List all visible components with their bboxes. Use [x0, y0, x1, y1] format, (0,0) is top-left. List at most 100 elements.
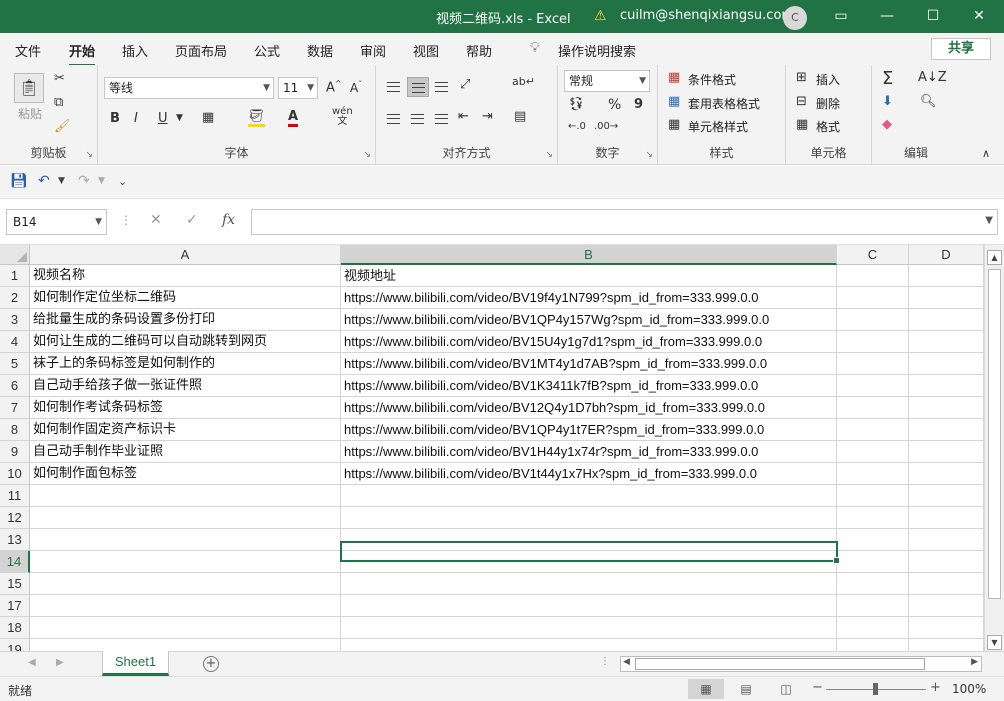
- cell-empty[interactable]: [909, 463, 984, 485]
- cell-empty[interactable]: [909, 485, 984, 507]
- column-header-c[interactable]: C: [837, 245, 909, 265]
- italic-button[interactable]: I: [134, 111, 138, 126]
- orientation-icon[interactable]: ⤢: [460, 77, 470, 92]
- cell-a[interactable]: 袜子上的条码标签是如何制作的: [30, 353, 341, 375]
- cell-b[interactable]: 视频地址: [341, 265, 837, 287]
- align-bottom-button[interactable]: [431, 77, 453, 97]
- cell-a[interactable]: 自己动手制作毕业证照: [30, 441, 341, 463]
- row-header[interactable]: 12: [0, 507, 30, 529]
- increase-indent-icon[interactable]: ⇥: [482, 109, 493, 124]
- tab-formulas[interactable]: 公式: [254, 41, 280, 60]
- cell-empty[interactable]: [909, 573, 984, 595]
- lightbulb-icon[interactable]: 💡︎: [530, 40, 540, 56]
- tab-review[interactable]: 审阅: [360, 41, 386, 60]
- formula-input[interactable]: ▼: [251, 209, 998, 235]
- enter-icon[interactable]: ✓: [186, 212, 198, 228]
- cell-styles-icon[interactable]: ▦: [668, 117, 680, 132]
- cell-empty[interactable]: [837, 287, 909, 309]
- tab-data[interactable]: 数据: [307, 41, 333, 60]
- cell-empty[interactable]: [909, 507, 984, 529]
- row-header[interactable]: 18: [0, 617, 30, 639]
- row-header[interactable]: 13: [0, 529, 30, 551]
- scroll-down-icon[interactable]: ▼: [987, 635, 1002, 650]
- cell-a[interactable]: [30, 573, 341, 595]
- cell-empty[interactable]: [837, 441, 909, 463]
- table-format-icon[interactable]: ▦: [668, 94, 680, 109]
- increase-font-icon[interactable]: A^: [326, 79, 342, 95]
- insert-cells-icon[interactable]: ⊞: [796, 70, 807, 85]
- column-header-d[interactable]: D: [909, 245, 984, 265]
- page-layout-view-icon[interactable]: ▤: [728, 679, 764, 699]
- cell-empty[interactable]: [837, 507, 909, 529]
- sheet-tab-sheet1[interactable]: Sheet1: [102, 651, 169, 676]
- cancel-icon[interactable]: ✕: [150, 212, 162, 228]
- cell-b[interactable]: [341, 595, 837, 617]
- customize-qat-icon[interactable]: ⌄: [118, 175, 127, 188]
- cell-empty[interactable]: [909, 397, 984, 419]
- cell-b[interactable]: https://www.bilibili.com/video/BV1QP4y15…: [341, 309, 837, 331]
- align-right-button[interactable]: [431, 109, 453, 129]
- zoom-slider-thumb[interactable]: [873, 683, 878, 695]
- tell-me-search[interactable]: 操作说明搜索: [558, 41, 636, 60]
- zoom-in-icon[interactable]: +: [930, 680, 941, 695]
- redo-icon[interactable]: ↷: [78, 173, 90, 189]
- decrease-font-icon[interactable]: Aˇ: [350, 80, 362, 95]
- cell-b[interactable]: [341, 551, 837, 573]
- cell-a[interactable]: [30, 639, 341, 651]
- cell-empty[interactable]: [837, 529, 909, 551]
- delete-button[interactable]: 删除: [816, 95, 840, 112]
- cell-empty[interactable]: [837, 353, 909, 375]
- vertical-scroll-thumb[interactable]: [988, 269, 1001, 599]
- tab-file[interactable]: 文件: [15, 41, 41, 60]
- column-header-b[interactable]: B: [341, 245, 837, 265]
- row-header[interactable]: 14: [0, 551, 30, 573]
- align-center-button[interactable]: [407, 109, 429, 129]
- cell-empty[interactable]: [837, 485, 909, 507]
- name-box[interactable]: B14 ▼: [6, 209, 107, 235]
- cell-b[interactable]: [341, 573, 837, 595]
- tab-insert[interactable]: 插入: [122, 41, 148, 60]
- warning-icon[interactable]: ⚠: [594, 8, 607, 24]
- cell-empty[interactable]: [909, 265, 984, 287]
- format-button[interactable]: 格式: [816, 118, 840, 135]
- share-button[interactable]: 共享: [931, 38, 991, 60]
- cell-empty[interactable]: [837, 375, 909, 397]
- cell-a[interactable]: [30, 529, 341, 551]
- cut-icon[interactable]: ✂: [54, 71, 65, 86]
- cell-a[interactable]: 如何制作固定资产标识卡: [30, 419, 341, 441]
- cell-b[interactable]: https://www.bilibili.com/video/BV1MT4y1d…: [341, 353, 837, 375]
- cell-b[interactable]: https://www.bilibili.com/video/BV1K3411k…: [341, 375, 837, 397]
- scroll-up-icon[interactable]: ▲: [987, 250, 1002, 265]
- page-break-view-icon[interactable]: ◫: [768, 679, 804, 699]
- row-header[interactable]: 11: [0, 485, 30, 507]
- cell-a[interactable]: 如何制作考试条码标签: [30, 397, 341, 419]
- cell-b[interactable]: [341, 485, 837, 507]
- prev-sheet-icon[interactable]: ◀: [28, 657, 36, 668]
- scroll-left-icon[interactable]: ◀: [623, 657, 630, 667]
- decrease-indent-icon[interactable]: ⇤: [458, 109, 469, 124]
- avatar[interactable]: C: [783, 6, 807, 30]
- cell-b[interactable]: https://www.bilibili.com/video/BV19f4y1N…: [341, 287, 837, 309]
- conditional-format-icon[interactable]: ▦: [668, 70, 680, 85]
- cell-empty[interactable]: [909, 529, 984, 551]
- cell-b[interactable]: https://www.bilibili.com/video/BV1H44y1x…: [341, 441, 837, 463]
- tab-page-layout[interactable]: 页面布局: [175, 41, 227, 60]
- cell-empty[interactable]: [909, 595, 984, 617]
- dialog-launcher-icon[interactable]: ↘: [645, 150, 653, 160]
- cell-a[interactable]: [30, 485, 341, 507]
- dialog-launcher-icon[interactable]: ↘: [85, 150, 93, 160]
- select-all-button[interactable]: [0, 245, 30, 265]
- ribbon-display-options-icon[interactable]: ▭: [818, 0, 864, 33]
- horizontal-scrollbar[interactable]: ◀ ▶: [620, 656, 982, 672]
- row-header[interactable]: 17: [0, 595, 30, 617]
- increase-decimal-icon[interactable]: ←.0: [568, 121, 586, 132]
- chevron-down-icon[interactable]: ▼: [98, 176, 105, 186]
- cell-empty[interactable]: [837, 419, 909, 441]
- cell-empty[interactable]: [909, 331, 984, 353]
- cell-empty[interactable]: [837, 331, 909, 353]
- wrap-text-icon[interactable]: ab↵: [512, 75, 535, 88]
- underline-button[interactable]: U: [158, 111, 168, 126]
- cell-a[interactable]: 如何让生成的二维码可以自动跳转到网页: [30, 331, 341, 353]
- close-button[interactable]: ✕: [956, 0, 1002, 33]
- cell-empty[interactable]: [837, 265, 909, 287]
